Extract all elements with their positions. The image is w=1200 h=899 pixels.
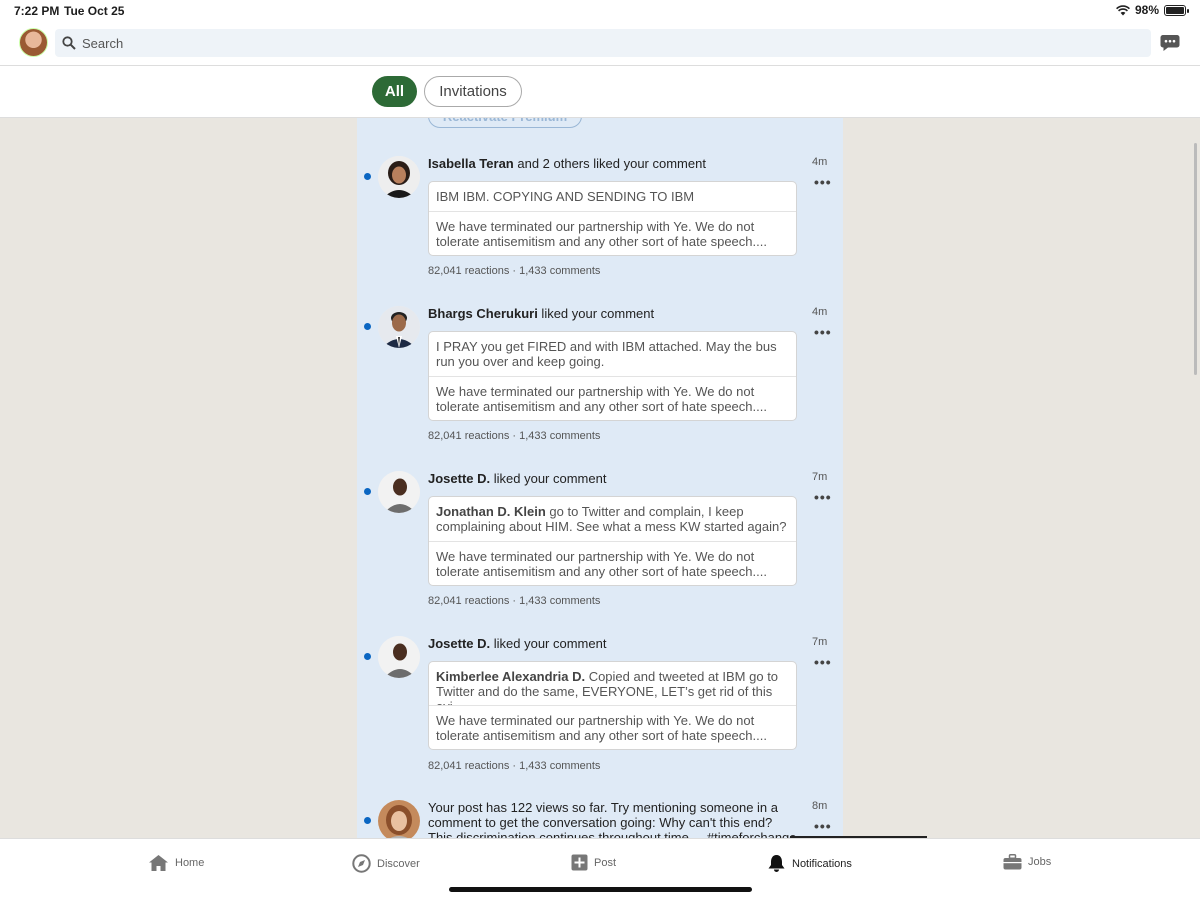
avatar[interactable]	[378, 800, 420, 838]
home-indicator[interactable]	[449, 887, 752, 892]
post-excerpt: We have terminated our partnership with …	[436, 713, 767, 743]
unread-dot	[364, 173, 371, 180]
action-text: liked your comment	[490, 471, 607, 486]
avatar[interactable]	[378, 156, 420, 198]
search-bar[interactable]	[55, 29, 1151, 57]
post-excerpt: We have terminated our partnership with …	[436, 384, 767, 414]
filter-all[interactable]: All	[372, 76, 417, 107]
notifications-feed: Reactivate Premium Isabella Teran and 2 …	[357, 118, 843, 838]
more-options-icon[interactable]: •••	[814, 654, 832, 670]
tab-notifications[interactable]: Notifications	[767, 854, 852, 873]
more-options-icon[interactable]: •••	[814, 324, 832, 340]
tab-label: Notifications	[792, 857, 852, 870]
messaging-icon[interactable]	[1160, 34, 1180, 52]
notification-age: 4m	[812, 156, 828, 168]
status-time: 7:22 PM	[14, 4, 60, 18]
tab-label: Post	[594, 856, 617, 869]
post-stats: 82,041 reactions · 1,433 comments	[428, 430, 601, 442]
active-tab-indicator	[790, 836, 927, 838]
unread-dot	[364, 488, 371, 495]
battery-icon	[1164, 4, 1189, 16]
tab-home[interactable]: Home	[148, 854, 204, 872]
notification-age: 7m	[812, 636, 828, 648]
post-stats: 82,041 reactions · 1,433 comments	[428, 760, 601, 772]
briefcase-icon	[1003, 854, 1022, 870]
tab-post[interactable]: Post	[571, 854, 616, 871]
notification-text: Bhargs Cherukuri liked your comment	[428, 306, 788, 321]
status-bar: 7:22 PM Tue Oct 25 98%	[0, 0, 1200, 22]
actor-name[interactable]: Bhargs Cherukuri	[428, 306, 538, 321]
notification-text: Josette D. liked your comment	[428, 636, 788, 651]
notification-text: Isabella Teran and 2 others liked your c…	[428, 156, 788, 171]
actor-name[interactable]: Josette D.	[428, 471, 490, 486]
wifi-icon	[1116, 4, 1130, 15]
action-text: liked your comment	[537, 306, 655, 321]
top-nav	[0, 22, 1200, 66]
comment-text: I PRAY you get FIRED and with IBM attach…	[429, 332, 796, 377]
comment-text: Jonathan D. Klein go to Twitter and comp…	[429, 497, 796, 542]
tab-label: Home	[175, 857, 205, 869]
comment-text: IBM IBM. COPYING AND SENDING TO IBM	[429, 182, 796, 212]
more-options-icon[interactable]: •••	[814, 489, 832, 505]
unread-dot	[364, 817, 371, 824]
action-text: liked your comment	[490, 636, 607, 651]
reactivate-premium-button[interactable]: Reactivate Premium	[428, 118, 582, 128]
search-icon	[62, 36, 76, 50]
unread-dot	[364, 653, 371, 660]
filter-bar: All Invitations	[0, 66, 1200, 118]
action-text: and 2 others liked your comment	[513, 156, 706, 171]
post-stats: 82,041 reactions · 1,433 comments	[428, 595, 601, 607]
bell-icon	[768, 855, 785, 872]
comment-author[interactable]: Kimberlee Alexandria D.	[436, 669, 585, 684]
status-right: 98%	[1116, 3, 1189, 17]
filter-invitations[interactable]: Invitations	[424, 76, 522, 107]
avatar[interactable]	[378, 471, 420, 513]
avatar[interactable]	[378, 306, 420, 348]
actor-name[interactable]: Josette D.	[428, 636, 490, 651]
notification-age: 4m	[812, 306, 828, 318]
comment-card[interactable]: Kimberlee Alexandria D. Copied and tweet…	[428, 661, 797, 750]
tab-label: Discover	[377, 857, 420, 870]
comment-card[interactable]: I PRAY you get FIRED and with IBM attach…	[428, 331, 797, 421]
unread-dot	[364, 323, 371, 330]
status-date: Tue Oct 25	[64, 4, 125, 18]
battery-percent: 98%	[1134, 3, 1159, 17]
scroll-indicator[interactable]	[1194, 143, 1197, 375]
avatar[interactable]	[378, 636, 420, 678]
comment-card[interactable]: IBM IBM. COPYING AND SENDING TO IBM We h…	[428, 181, 797, 256]
tab-label: Jobs	[1028, 856, 1052, 868]
more-options-icon[interactable]: •••	[814, 818, 832, 834]
search-input[interactable]	[82, 33, 1122, 53]
notification-age: 7m	[812, 471, 828, 483]
plus-square-icon	[571, 854, 588, 871]
post-stats: 82,041 reactions · 1,433 comments	[428, 265, 601, 277]
comment-text: Kimberlee Alexandria D. Copied and tweet…	[429, 662, 796, 706]
notification-text: Your post has 122 views so far. Try ment…	[428, 800, 797, 838]
post-excerpt: We have terminated our partnership with …	[436, 549, 767, 579]
more-options-icon[interactable]: •••	[814, 174, 832, 190]
compass-icon	[352, 854, 371, 873]
notification-text: Josette D. liked your comment	[428, 471, 788, 486]
tab-jobs[interactable]: Jobs	[1003, 854, 1051, 870]
home-icon	[149, 855, 168, 871]
actor-name[interactable]: Isabella Teran	[428, 156, 514, 171]
tab-discover[interactable]: Discover	[352, 854, 420, 873]
notification-age: 8m	[812, 800, 828, 812]
profile-avatar[interactable]	[19, 28, 48, 57]
comment-card[interactable]: Jonathan D. Klein go to Twitter and comp…	[428, 496, 797, 586]
comment-author[interactable]: Jonathan D. Klein	[436, 504, 546, 519]
post-excerpt: We have terminated our partnership with …	[436, 219, 767, 249]
